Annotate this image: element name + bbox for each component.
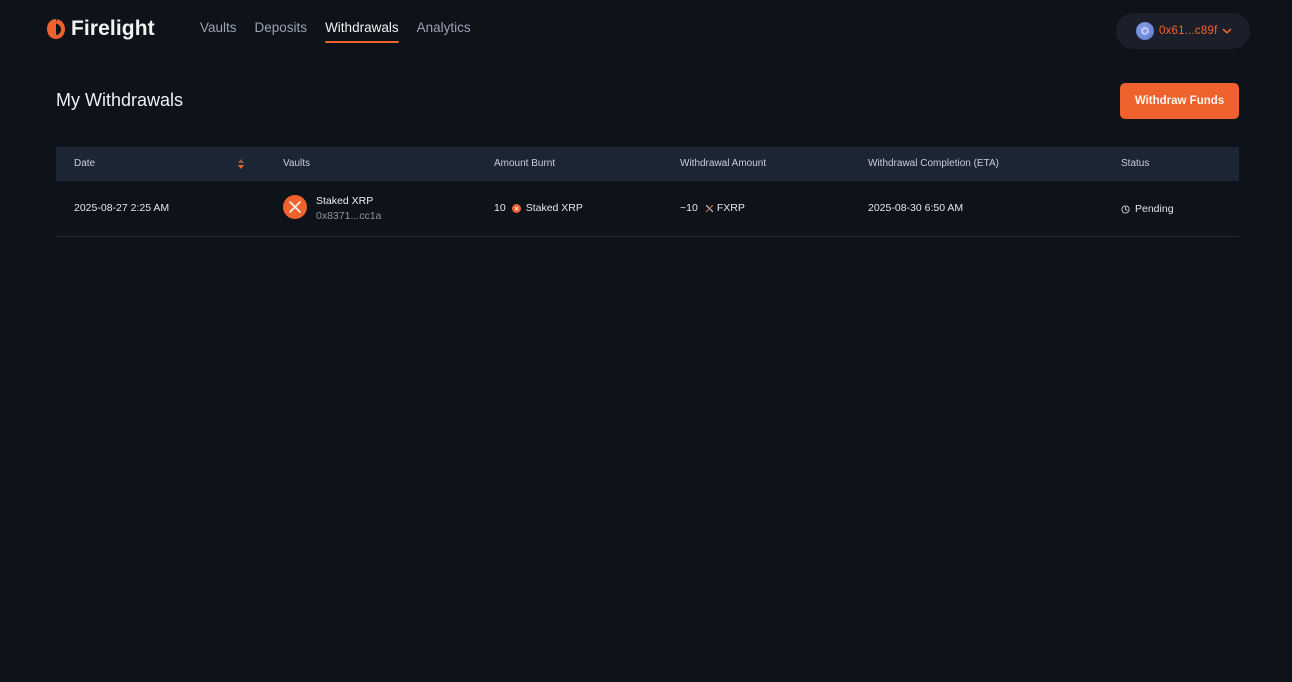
sort-icon[interactable] bbox=[237, 158, 245, 170]
withdrawals-table: Date Vaults Amount Burnt Withdrawal Amou… bbox=[56, 147, 1239, 237]
status-text: Pending bbox=[1135, 203, 1174, 215]
column-header-amount-burnt: Amount Burnt bbox=[494, 158, 556, 169]
wallet-address: 0x61...c89f bbox=[1159, 25, 1218, 37]
column-header-withdrawal-completion: Withdrawal Completion (ETA) bbox=[868, 158, 999, 169]
chevron-down-icon bbox=[1223, 28, 1232, 34]
amount-burnt-cell: 10 Staked XRP bbox=[494, 202, 583, 214]
table-header: Date Vaults Amount Burnt Withdrawal Amou… bbox=[56, 147, 1239, 181]
column-header-withdrawal-amount: Withdrawal Amount bbox=[680, 158, 767, 169]
withdrawal-amount-token: FXRP bbox=[716, 202, 745, 214]
page: Firelight Vaults Deposits Withdrawals An… bbox=[0, 0, 1292, 682]
staked-xrp-token-icon bbox=[511, 203, 521, 213]
row-date: 2025-08-27 2:25 AM bbox=[74, 202, 170, 214]
column-header-date[interactable]: Date bbox=[74, 147, 95, 181]
vault-name[interactable]: Staked XRP bbox=[316, 195, 373, 207]
amount-burnt-value: 10 bbox=[494, 202, 506, 214]
table-row[interactable]: 2025-08-27 2:25 AM Staked XRP 0x8371...c… bbox=[56, 181, 1239, 237]
nav-deposits[interactable]: Deposits bbox=[255, 20, 308, 43]
status-badge: Pending bbox=[1121, 203, 1174, 215]
xrp-vault-icon bbox=[283, 195, 307, 219]
column-header-status: Status bbox=[1121, 158, 1150, 169]
wallet-button[interactable]: 0x61...c89f bbox=[1116, 13, 1250, 49]
vault-address: 0x8371...cc1a bbox=[316, 210, 382, 222]
main-nav: Vaults Deposits Withdrawals Analytics bbox=[200, 20, 489, 43]
withdrawal-amount-cell: ~10 FXRP bbox=[680, 202, 745, 214]
nav-vaults[interactable]: Vaults bbox=[200, 20, 237, 43]
page-title: My Withdrawals bbox=[56, 90, 184, 110]
clock-icon bbox=[1121, 204, 1130, 214]
withdrawal-amount-value: ~10 bbox=[680, 202, 698, 214]
nav-analytics[interactable]: Analytics bbox=[417, 20, 471, 43]
column-header-vaults: Vaults bbox=[283, 158, 311, 169]
top-header: Firelight Vaults Deposits Withdrawals An… bbox=[0, 0, 1292, 60]
withdraw-funds-button[interactable]: Withdraw Funds bbox=[1120, 83, 1239, 119]
withdrawal-eta: 2025-08-30 6:50 AM bbox=[868, 202, 964, 214]
firelight-logo[interactable]: Firelight bbox=[46, 16, 155, 42]
brand-name: Firelight bbox=[71, 17, 155, 40]
flame-logo-icon bbox=[47, 19, 65, 39]
fxrp-token-icon bbox=[705, 204, 713, 212]
wallet-avatar-icon bbox=[1136, 22, 1154, 40]
amount-burnt-token: Staked XRP bbox=[525, 202, 583, 214]
nav-withdrawals[interactable]: Withdrawals bbox=[325, 20, 399, 43]
